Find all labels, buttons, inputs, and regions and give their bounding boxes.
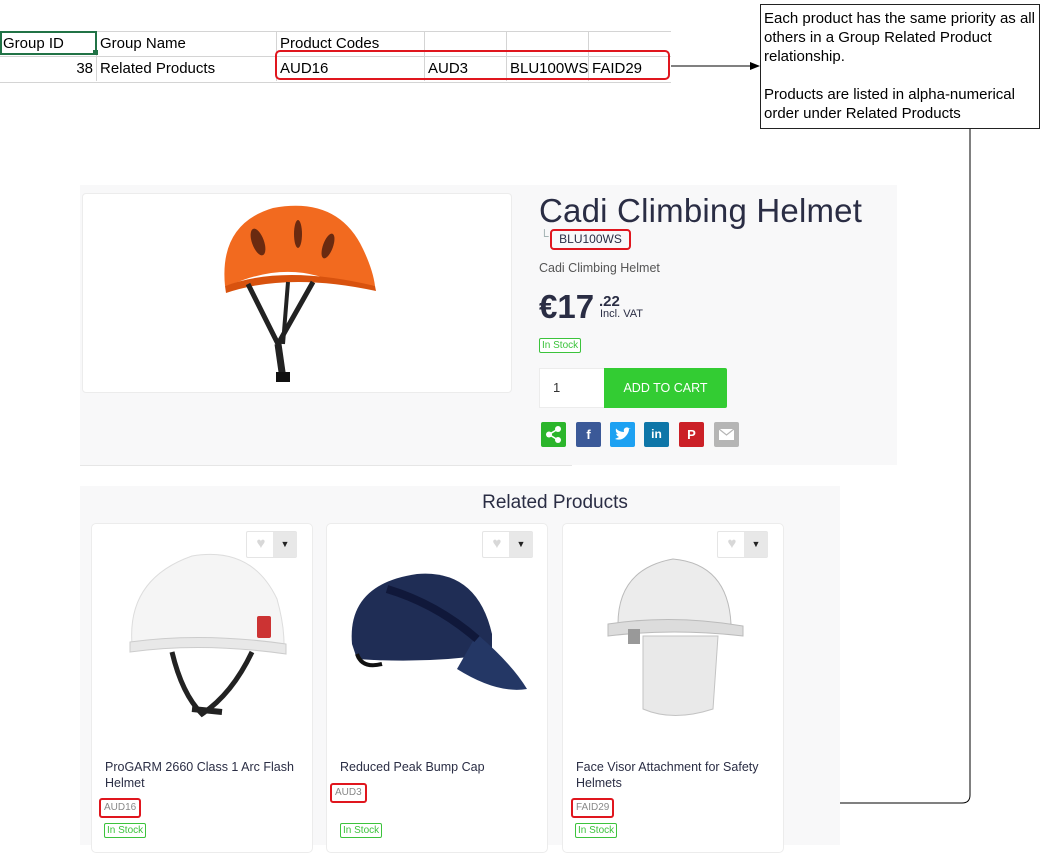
stock-badge: In Stock — [539, 338, 582, 353]
fill-handle[interactable] — [93, 50, 98, 55]
product-image[interactable] — [82, 193, 512, 393]
divider — [80, 465, 572, 466]
linkedin-icon[interactable]: in — [644, 422, 669, 447]
related-product-code-highlight: AUD3 — [330, 783, 367, 803]
caret-down-icon[interactable]: ▼ — [509, 532, 533, 557]
heart-icon[interactable]: ♥ — [251, 534, 271, 554]
share-icon[interactable] — [541, 422, 566, 447]
related-product-card[interactable]: Reduced Peak Bump Cap — [326, 523, 548, 853]
caret-down-icon[interactable]: ▼ — [744, 532, 768, 557]
product-sku-highlight: BLU100WS — [550, 229, 631, 250]
add-to-cart-button[interactable]: ADD TO CART — [604, 368, 727, 408]
selected-cell-outline — [0, 31, 97, 55]
callout-text-order: Products are listed in alpha-numerical o… — [764, 86, 1015, 122]
stock-badge: In Stock — [575, 823, 618, 838]
white-arc-flash-helmet-image — [129, 553, 287, 718]
twitter-icon[interactable] — [610, 422, 635, 447]
annotation-callout: Each product has the same priority as al… — [760, 4, 1040, 129]
orange-helmet-image — [224, 205, 376, 382]
cell-group-name[interactable]: Related Products — [97, 57, 277, 81]
helmet-with-visor-image — [607, 558, 744, 716]
product-subtitle: Cadi Climbing Helmet — [539, 261, 660, 275]
caret-down-icon[interactable]: ▼ — [273, 532, 297, 557]
related-product-code-highlight: AUD16 — [99, 798, 142, 818]
twitter-bird-icon — [615, 427, 631, 440]
callout-text-priority: Each product has the same priority as al… — [764, 10, 1035, 65]
related-product-name-line: ProGARM 2660 Class 1 Arc Flash — [105, 760, 294, 774]
related-product-name-line: Reduced Peak Bump Cap — [340, 760, 485, 774]
related-product-name-line: Face Visor Attachment for Safety — [576, 760, 759, 774]
sku-prefix: └ — [540, 229, 549, 243]
share-icon — [546, 426, 561, 443]
wishlist-control[interactable]: ♥ ▼ — [717, 531, 768, 558]
related-product-name: ProGARM 2660 Class 1 Arc Flash Helmet — [105, 759, 305, 791]
related-product-name: Reduced Peak Bump Cap — [340, 759, 540, 775]
related-product-code-highlight: FAID29 — [571, 798, 615, 818]
pinterest-icon[interactable]: P — [679, 422, 704, 447]
wishlist-control[interactable]: ♥ ▼ — [246, 531, 297, 558]
email-icon[interactable] — [714, 422, 739, 447]
envelope-icon — [718, 428, 735, 440]
product-codes-highlight — [275, 50, 670, 80]
wishlist-control[interactable]: ♥ ▼ — [482, 531, 533, 558]
facebook-icon[interactable]: f — [576, 422, 601, 447]
stock-badge: In Stock — [340, 823, 383, 838]
header-cell-group-name[interactable]: Group Name — [97, 32, 277, 56]
heart-icon[interactable]: ♥ — [722, 534, 742, 554]
heart-icon[interactable]: ♥ — [487, 534, 507, 554]
vat-label: Incl. VAT — [600, 308, 643, 320]
related-product-name-line: Helmet — [105, 776, 145, 790]
product-title: Cadi Climbing Helmet — [539, 192, 863, 229]
related-product-name: Face Visor Attachment for Safety Helmets — [576, 759, 776, 791]
related-product-name-line: Helmets — [576, 776, 622, 790]
quantity-input[interactable]: 1 — [539, 368, 604, 408]
stock-badge: In Stock — [104, 823, 147, 838]
related-products-title: Related Products — [482, 492, 628, 513]
cell-group-id[interactable]: 38 — [0, 57, 97, 81]
navy-bump-cap-image — [351, 573, 527, 690]
product-price: €17 — [539, 288, 595, 325]
